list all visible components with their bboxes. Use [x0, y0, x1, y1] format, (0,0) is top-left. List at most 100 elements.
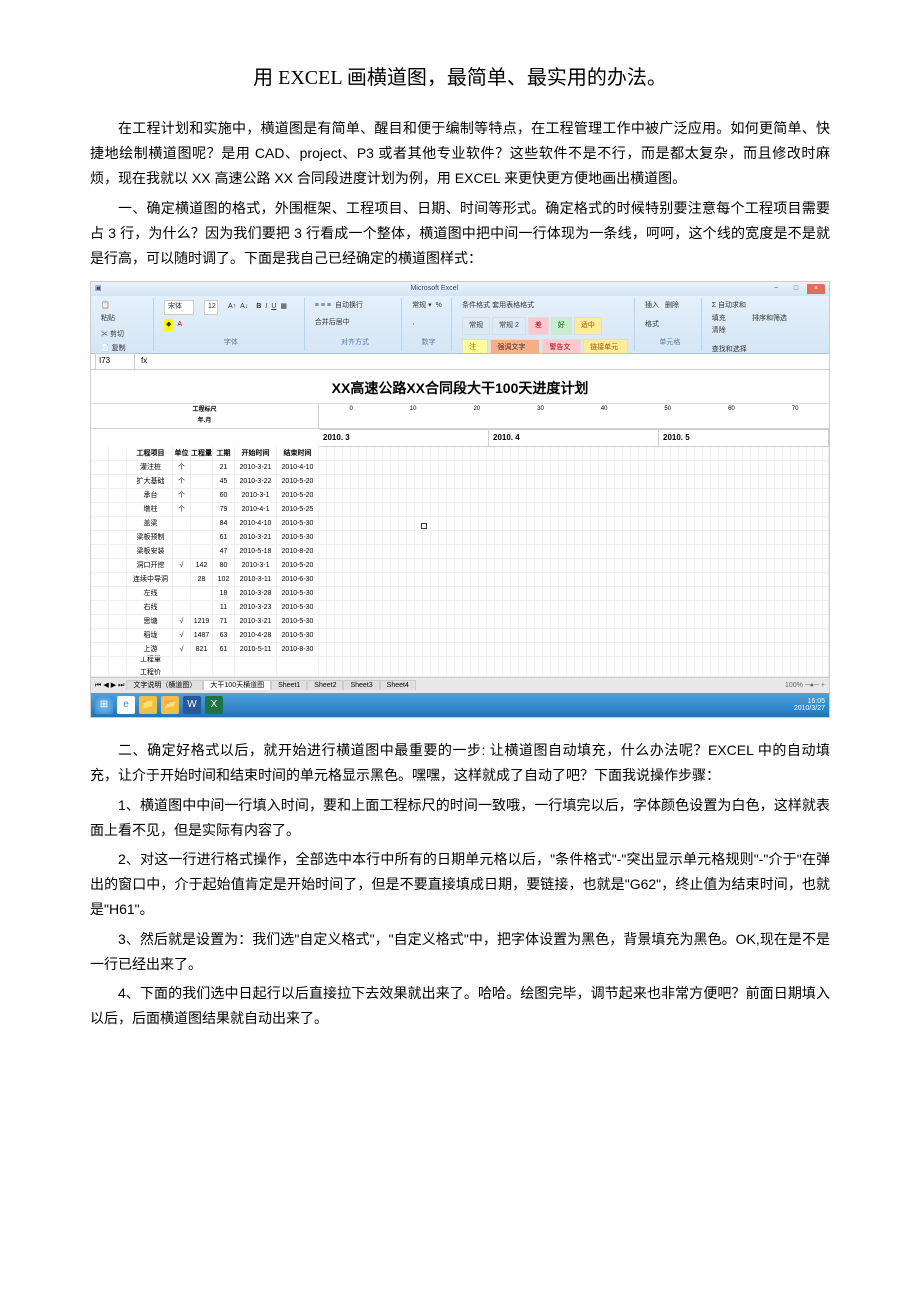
- window-title-text: Microsoft Excel: [411, 283, 458, 296]
- style-normal[interactable]: 常规: [462, 317, 490, 336]
- table-row[interactable]: 洞口开挖 √ 142 80 2010-3-1 2010-5-20: [91, 559, 829, 573]
- table-row[interactable]: 梁板安装 47 2010-5-18 2010-8-20: [91, 545, 829, 559]
- table-row[interactable]: 盖梁 84 2010-4-10 2010-5-30: [91, 517, 829, 531]
- sheet-tab[interactable]: Sheet4: [380, 680, 416, 690]
- wrap-text[interactable]: 自动换行: [335, 300, 363, 313]
- excel-screenshot: ▣ Microsoft Excel − □ × 📋粘贴 ✂ 剪切 📄 复制 🖌 …: [90, 281, 830, 718]
- table-row[interactable]: 扩大基础 个 45 2010-3-22 2010-5-20: [91, 475, 829, 489]
- column-headers: 工程项目 单位 工程量 工期 开始时间 结束时间: [91, 447, 829, 461]
- style-accent[interactable]: 强调文字色...: [490, 339, 540, 354]
- font-color[interactable]: A: [177, 319, 182, 332]
- word-icon[interactable]: W: [183, 696, 201, 714]
- ruler-tick: 40: [601, 404, 608, 428]
- font-shrink[interactable]: A↓: [240, 301, 248, 314]
- tab-nav-first[interactable]: ⏮: [95, 680, 101, 693]
- style-bad[interactable]: 差: [528, 317, 549, 336]
- ribbon-styles: 条件格式 套用表格格式 常规 常规 2 差 好 适中 注释 强调文字色... 警…: [456, 298, 635, 351]
- fill-color[interactable]: ◆: [164, 319, 173, 332]
- close-button[interactable]: ×: [807, 284, 825, 294]
- format-button[interactable]: 格式: [645, 319, 659, 332]
- underline-button[interactable]: U: [271, 301, 276, 314]
- align-label: 对齐方式: [315, 337, 395, 350]
- sheet-tab[interactable]: 大干100天横道图: [203, 680, 271, 690]
- autosum[interactable]: Σ 自动求和: [712, 300, 746, 313]
- sheet-main-title: XX高速公路XX合同段大干100天进度计划: [91, 370, 829, 404]
- style-note[interactable]: 注释: [462, 339, 488, 354]
- tab-nav-next[interactable]: ▶: [111, 680, 116, 693]
- delete-button[interactable]: 删除: [665, 300, 679, 313]
- sheet-tab[interactable]: Sheet2: [307, 680, 343, 690]
- tab-nav-prev[interactable]: ◀: [103, 680, 108, 693]
- cut-button[interactable]: ✂ 剪切: [101, 329, 133, 342]
- sheet-tabs: ⏮ ◀ ▶ ⏭ 文字说明（横道图）大干100天横道图Sheet1Sheet2Sh…: [91, 677, 829, 693]
- windows-taskbar: ⊞ e 📁 📂 W X 16:05 2010/3/27: [91, 693, 829, 717]
- style-link[interactable]: 链接单元格: [583, 339, 628, 354]
- comma-button[interactable]: ,: [412, 317, 414, 330]
- table-row[interactable]: 思塘 √ 1219 71 2010-3-21 2010-5-30: [91, 615, 829, 629]
- footer-row: 工程量 工程价: [91, 657, 829, 677]
- ruler-tick: 0: [349, 404, 352, 428]
- zoom-control[interactable]: 100% ─●─ +: [785, 680, 825, 693]
- style-neutral[interactable]: 适中: [574, 317, 602, 336]
- table-row[interactable]: 左线 18 2010-3-28 2010-5-30: [91, 587, 829, 601]
- sheet-tab[interactable]: Sheet1: [271, 680, 307, 690]
- paste-button[interactable]: 📋粘贴: [101, 300, 115, 325]
- explorer-icon[interactable]: 📁: [139, 696, 157, 714]
- bold-button[interactable]: B: [256, 301, 261, 314]
- align-buttons[interactable]: ≡ ≡ ≡: [315, 300, 331, 313]
- sheet-tab[interactable]: Sheet3: [343, 680, 379, 690]
- table-row[interactable]: 上游 √ 821 61 2010-5-11 2010-8-30: [91, 643, 829, 657]
- insert-button[interactable]: 插入: [645, 300, 659, 313]
- start-button[interactable]: ⊞: [95, 696, 113, 714]
- font-size[interactable]: 12: [204, 300, 218, 315]
- maximize-button[interactable]: □: [787, 284, 805, 294]
- document-title: 用 EXCEL 画横道图，最简单、最实用的办法。: [90, 60, 830, 96]
- table-row[interactable]: 灌注桩 个 21 2010-3-21 2010-4-10: [91, 461, 829, 475]
- sort-filter[interactable]: 排序和筛选: [752, 313, 787, 326]
- percent-button[interactable]: %: [436, 300, 442, 313]
- ruler-scale: 010203040506070: [319, 404, 829, 428]
- ribbon-editing: Σ 自动求和 填充 清除 排序和筛选 查找和选择 编辑: [706, 298, 825, 351]
- sheet-tab[interactable]: 文字说明（横道图）: [126, 680, 203, 690]
- handle-marker[interactable]: [421, 523, 427, 529]
- font-label: 字体: [164, 337, 298, 350]
- tab-nav-last[interactable]: ⏭: [118, 680, 124, 693]
- excel-taskbar-icon[interactable]: X: [205, 696, 223, 714]
- number-format[interactable]: 常规 ▾: [412, 300, 431, 313]
- ruler-tick: 30: [537, 404, 544, 428]
- folder-icon[interactable]: 📂: [161, 696, 179, 714]
- window-titlebar: ▣ Microsoft Excel − □ ×: [91, 282, 829, 296]
- copy-button[interactable]: 📄 复制: [101, 343, 133, 354]
- font-grow[interactable]: A↑: [228, 301, 236, 314]
- intro-paragraph: 在工程计划和实施中，横道图是有简单、醒目和便于编制等特点，在工程管理工作中被广泛…: [90, 116, 830, 192]
- table-row[interactable]: 承台 个 60 2010-3-1 2010-5-20: [91, 489, 829, 503]
- merge-center[interactable]: 合并后居中: [315, 317, 350, 330]
- table-row[interactable]: 梁板预制 61 2010-3-21 2010-5-30: [91, 531, 829, 545]
- system-tray[interactable]: 16:05 2010/3/27: [794, 698, 825, 713]
- fill-button[interactable]: 填充: [712, 313, 746, 326]
- table-row[interactable]: 墩柱 个 79 2010-4-1 2010-5-25: [91, 503, 829, 517]
- number-label: 数字: [412, 337, 445, 350]
- name-box[interactable]: I73: [95, 353, 135, 369]
- section-1: 一、确定横道图的格式，外围框架、工程项目、日期、时间等形式。确定格式的时候特别要…: [90, 196, 830, 272]
- ie-icon[interactable]: e: [117, 696, 135, 714]
- month-header: 2010. 3 2010. 4 2010. 5: [319, 429, 829, 447]
- font-name[interactable]: 宋体: [164, 300, 194, 315]
- format-table-button[interactable]: 套用表格格式: [492, 300, 534, 313]
- find-select[interactable]: 查找和选择: [712, 344, 747, 354]
- worksheet[interactable]: XX高速公路XX合同段大干100天进度计划 工程标尺 年.月 010203040…: [91, 370, 829, 677]
- style-warn[interactable]: 警告文字: [542, 339, 581, 354]
- border-button[interactable]: ▦: [280, 301, 287, 314]
- italic-button[interactable]: I: [265, 301, 267, 314]
- table-row[interactable]: 连续中导洞 28 102 2010-3-11 2010-6-30: [91, 573, 829, 587]
- table-row[interactable]: 右线 11 2010-3-23 2010-5-30: [91, 601, 829, 615]
- clear-button[interactable]: 清除: [712, 325, 746, 338]
- cond-format-button[interactable]: 条件格式: [462, 300, 490, 313]
- table-row[interactable]: 稻垅 √ 1487 63 2010-4-28 2010-5-30: [91, 629, 829, 643]
- style-good[interactable]: 好: [551, 317, 572, 336]
- minimize-button[interactable]: −: [767, 284, 785, 294]
- ribbon-cells: 插入 删除 格式 单元格: [639, 298, 702, 351]
- excel-icon: ▣: [95, 283, 102, 296]
- fx-label[interactable]: fx: [141, 354, 147, 368]
- style-normal2[interactable]: 常规 2: [492, 317, 526, 336]
